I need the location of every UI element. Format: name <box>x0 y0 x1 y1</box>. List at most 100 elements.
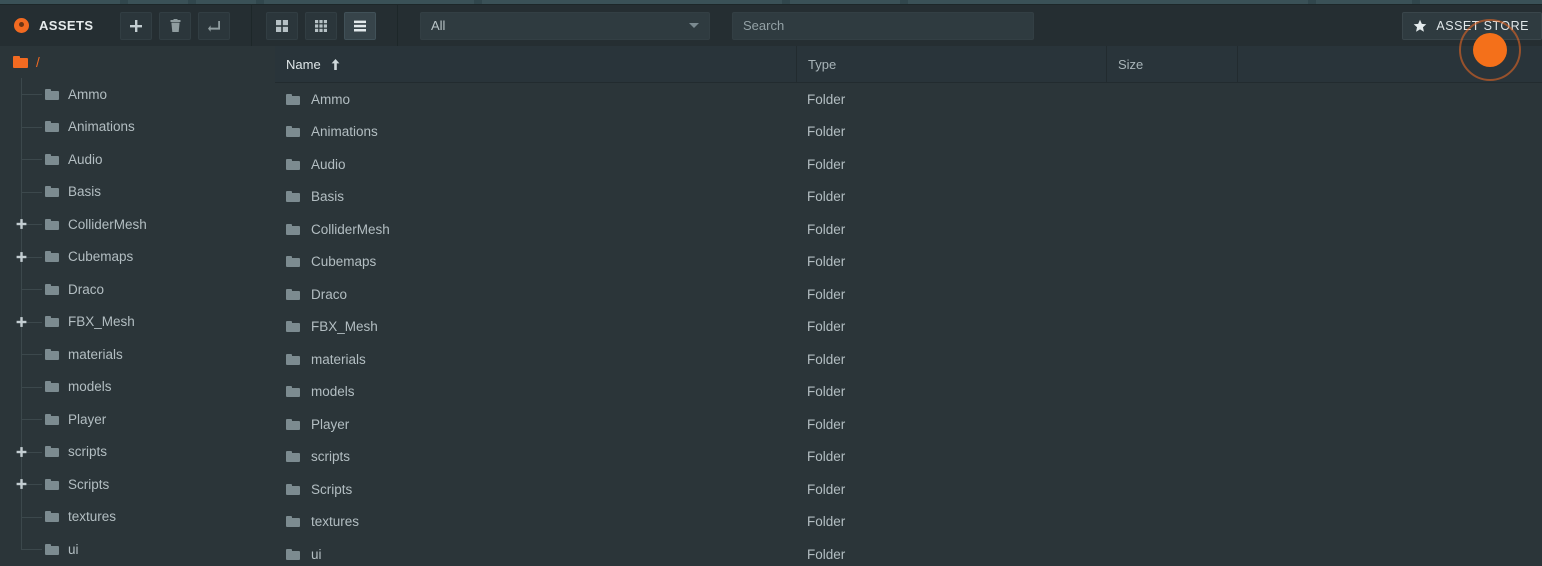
reimport-asset-button[interactable] <box>198 11 230 40</box>
tree-expand-button[interactable] <box>15 478 28 491</box>
cell-name: materials <box>275 352 796 367</box>
folder-icon <box>45 348 59 360</box>
add-asset-button[interactable] <box>120 11 152 40</box>
tree-item-cubemaps[interactable]: Cubemaps <box>0 241 268 274</box>
asset-list-header: Name Type Size <box>275 45 1542 83</box>
tree-connector <box>22 549 42 551</box>
folder-icon <box>45 218 59 230</box>
table-row[interactable]: Player Folder <box>275 408 1542 441</box>
folder-icon <box>45 316 59 328</box>
cell-name: ColliderMesh <box>275 222 796 237</box>
tree-children: Ammo Animations Audio Basis ColliderMesh Cube… <box>0 78 268 566</box>
tree-expand-button[interactable] <box>15 445 28 458</box>
folder-icon <box>286 548 300 560</box>
row-name-label: textures <box>311 514 360 530</box>
plus-icon <box>16 479 27 490</box>
table-row[interactable]: FBX_Mesh Folder <box>275 311 1542 344</box>
tree-expand-button[interactable] <box>15 315 28 328</box>
view-mode-list[interactable] <box>344 11 376 40</box>
search-input[interactable]: Search <box>732 11 1034 40</box>
table-row[interactable]: ui Folder <box>275 538 1542 566</box>
table-row[interactable]: models Folder <box>275 376 1542 409</box>
cell-name: Basis <box>275 189 796 204</box>
tree-item-player[interactable]: Player <box>0 403 268 436</box>
table-row[interactable]: Cubemaps Folder <box>275 246 1542 279</box>
cell-type: Folder <box>807 254 846 270</box>
tree-item-draco[interactable]: Draco <box>0 273 268 306</box>
tree-connector <box>22 191 42 193</box>
tree-expand-button[interactable] <box>15 250 28 263</box>
table-row[interactable]: Ammo Folder <box>275 83 1542 116</box>
table-row[interactable]: materials Folder <box>275 343 1542 376</box>
column-header-name[interactable]: Name <box>275 46 796 83</box>
asset-type-filter-value: All <box>431 18 446 33</box>
view-mode-small-grid[interactable] <box>305 11 337 40</box>
folder-icon <box>286 191 300 203</box>
tree-root-label: / <box>36 54 40 70</box>
tree-item-root[interactable]: / <box>0 46 268 78</box>
table-row[interactable]: Basis Folder <box>275 181 1542 214</box>
row-name-label: Audio <box>311 156 346 172</box>
folder-icon <box>286 451 300 463</box>
list-rows-icon <box>354 20 366 31</box>
tree-expand-button[interactable] <box>15 218 28 231</box>
table-row[interactable]: Audio Folder <box>275 148 1542 181</box>
table-row[interactable]: scripts Folder <box>275 441 1542 474</box>
folder-icon <box>45 88 59 100</box>
row-name-label: Basis <box>311 189 345 205</box>
tree-item-audio[interactable]: Audio <box>0 143 268 176</box>
search-placeholder: Search <box>743 18 785 33</box>
toolbar-divider-2 <box>397 5 398 46</box>
tree-item-ammo[interactable]: Ammo <box>0 78 268 111</box>
tree-item-scripts[interactable]: Scripts <box>0 468 268 501</box>
tree-item-fbx_mesh[interactable]: FBX_Mesh <box>0 306 268 339</box>
folder-icon <box>45 478 59 490</box>
cell-type: Folder <box>807 514 846 530</box>
tree-item-collidermesh[interactable]: ColliderMesh <box>0 208 268 241</box>
folder-icon <box>45 251 59 263</box>
folder-icon <box>45 283 59 295</box>
tree-connector <box>22 354 42 356</box>
tree-item-label: Animations <box>68 119 135 135</box>
tree-item-label: Player <box>68 411 107 427</box>
star-icon <box>1414 19 1427 32</box>
table-row[interactable]: Scripts Folder <box>275 473 1542 506</box>
table-row[interactable]: textures Folder <box>275 506 1542 539</box>
folder-icon <box>45 186 59 198</box>
grid-2x2-icon <box>276 19 288 32</box>
folder-icon <box>45 381 59 393</box>
cell-type: Folder <box>807 384 846 400</box>
tree-item-models[interactable]: models <box>0 371 268 404</box>
tree-item-label: FBX_Mesh <box>68 314 135 330</box>
column-header-type[interactable]: Type <box>796 45 1106 83</box>
row-name-label: scripts <box>311 449 351 465</box>
asset-store-label: ASSET STORE <box>1436 18 1529 33</box>
cell-type: Folder <box>807 546 846 562</box>
tree-item-label: models <box>68 379 112 395</box>
tree-item-basis[interactable]: Basis <box>0 176 268 209</box>
table-row[interactable]: Draco Folder <box>275 278 1542 311</box>
cell-name: Audio <box>275 157 796 172</box>
column-header-size[interactable]: Size <box>1106 45 1237 83</box>
cell-name: Animations <box>275 124 796 139</box>
plus-icon <box>16 251 27 262</box>
delete-asset-button[interactable] <box>159 11 191 40</box>
column-header-filler <box>1237 45 1542 83</box>
tree-item-textures[interactable]: textures <box>0 501 268 534</box>
assets-browser-window: ASSETS All Search ASSET STORE / Ammo Ani… <box>0 0 1542 566</box>
tree-connector <box>22 289 42 291</box>
tree-item-label: textures <box>68 509 117 525</box>
plus-icon <box>16 219 27 230</box>
tree-item-ui[interactable]: ui <box>0 533 268 566</box>
asset-store-button[interactable]: ASSET STORE <box>1402 11 1542 40</box>
tree-item-animations[interactable]: Animations <box>0 111 268 144</box>
tree-item-scripts[interactable]: scripts <box>0 436 268 469</box>
tree-item-materials[interactable]: materials <box>0 338 268 371</box>
folder-icon <box>286 418 300 430</box>
asset-type-filter[interactable]: All <box>420 11 710 40</box>
cell-name: models <box>275 384 796 399</box>
folder-icon <box>45 511 59 523</box>
view-mode-large-grid[interactable] <box>266 11 298 40</box>
table-row[interactable]: Animations Folder <box>275 116 1542 149</box>
table-row[interactable]: ColliderMesh Folder <box>275 213 1542 246</box>
